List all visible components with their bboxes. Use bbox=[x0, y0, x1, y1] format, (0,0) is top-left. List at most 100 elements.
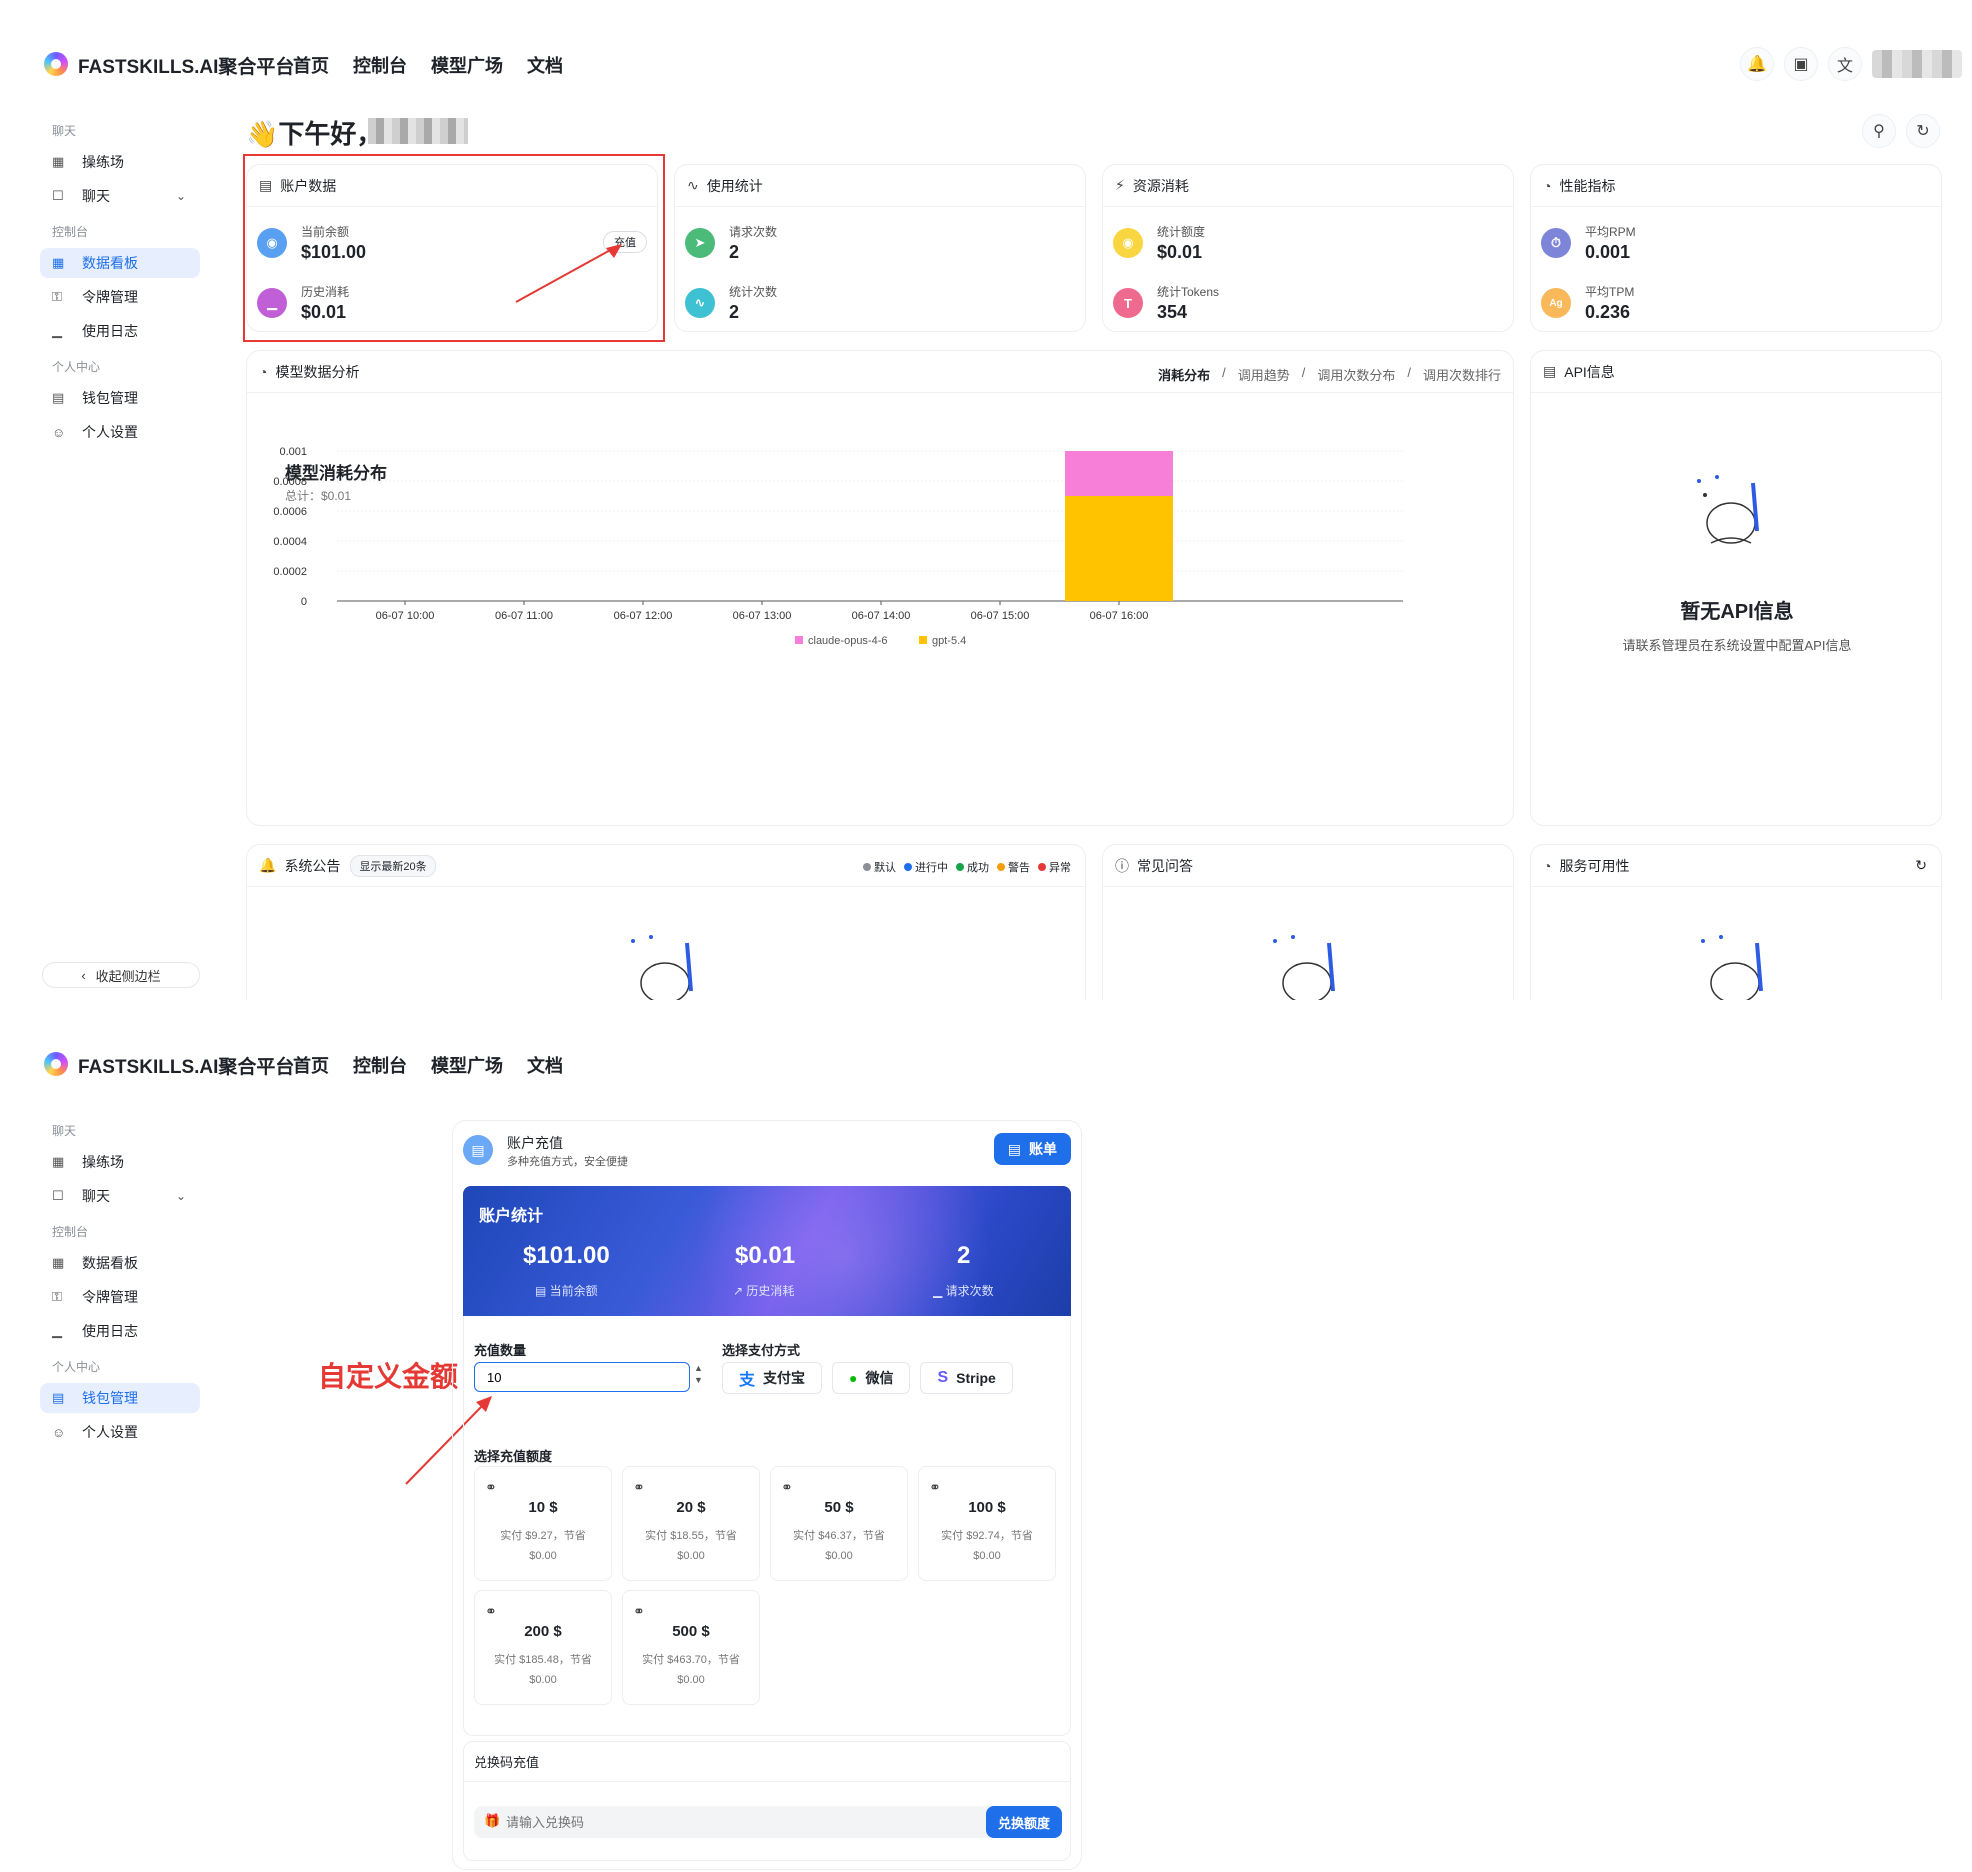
sidebar-item-settings[interactable]: ☺ 个人设置 bbox=[40, 417, 200, 447]
announce-badge: 显示最新20条 bbox=[350, 854, 436, 877]
nav-home[interactable]: 首页 bbox=[293, 52, 329, 78]
nav-console[interactable]: 控制台 bbox=[353, 52, 407, 78]
sidebar-item-chat[interactable]: ☐ 聊天 ⌄ bbox=[40, 181, 200, 211]
nav-docs[interactable]: 文档 bbox=[527, 1052, 563, 1078]
zap-icon: ⚡ bbox=[1115, 177, 1125, 193]
sidebar-item-label: 操练场 bbox=[82, 154, 124, 170]
stripe-button[interactable]: S Stripe bbox=[920, 1362, 1013, 1394]
tpm-stat: Ag 平均TPM 0.236 bbox=[1541, 283, 1634, 323]
sidebar-item-tokens[interactable]: ⚿ 令牌管理 bbox=[40, 1282, 200, 1312]
sidebar-item-tokens[interactable]: ⚿ 令牌管理 bbox=[40, 282, 200, 312]
x-tick-label: 06-07 12:00 bbox=[614, 610, 673, 622]
coins-icon: ⚭ bbox=[485, 1603, 497, 1619]
card-title: 性能指标 bbox=[1559, 177, 1616, 194]
username-blurred bbox=[368, 118, 468, 144]
rpm-stat: ⏱ 平均RPM 0.001 bbox=[1541, 223, 1636, 263]
key-icon: ⚿ bbox=[52, 1289, 62, 1304]
label-text: 当前余额 bbox=[549, 1284, 598, 1298]
bill-button[interactable]: ▤ 账单 bbox=[993, 1133, 1071, 1165]
help-icon: ⓘ bbox=[1115, 857, 1129, 874]
wechat-button[interactable]: ● 微信 bbox=[832, 1362, 911, 1394]
resource-card: ⚡ 资源消耗 ◉ 统计额度 $0.01 T 统计Tokens 354 bbox=[1102, 164, 1514, 332]
sidebar-item-wallet[interactable]: ▤ 钱包管理 bbox=[40, 1383, 200, 1413]
sidebar-item-settings[interactable]: ☺ 个人设置 bbox=[40, 1417, 200, 1447]
pay-method-label: 选择支付方式 bbox=[722, 1343, 801, 1358]
banner-spent-label: ↗ 历史消耗 bbox=[733, 1284, 795, 1298]
translate-icon[interactable]: 文 bbox=[1828, 47, 1862, 81]
sidebar-item-wallet[interactable]: ▤ 钱包管理 bbox=[40, 383, 200, 413]
redeem-input[interactable] bbox=[506, 1810, 926, 1834]
preset-card[interactable]: ⚭ 50 $ 实付 $46.37，节省 $0.00 bbox=[770, 1466, 908, 1581]
preset-card[interactable]: ⚭ 500 $ 实付 $463.70，节省 $0.00 bbox=[622, 1590, 760, 1705]
sidebar-item-logs[interactable]: ▁ 使用日志 bbox=[40, 316, 200, 346]
chevron-down-icon[interactable]: ⌄ bbox=[176, 189, 186, 203]
rpm-label: 平均RPM bbox=[1585, 225, 1636, 239]
preset-pay: 实付 $9.27，节省 bbox=[500, 1530, 586, 1542]
nav-docs[interactable]: 文档 bbox=[527, 52, 563, 78]
amount-stepper[interactable]: ▲ ▼ bbox=[694, 1362, 703, 1386]
quota-value: $0.01 bbox=[1157, 242, 1203, 262]
service-availability-card: ◔ 服务可用性 ↻ bbox=[1530, 844, 1942, 1000]
stripe-icon: S bbox=[937, 1369, 949, 1386]
sidebar-item-logs[interactable]: ▁ 使用日志 bbox=[40, 1316, 200, 1346]
rpm-value: 0.001 bbox=[1585, 242, 1631, 262]
brand-name[interactable]: FASTSKILLS.AI聚合平台 bbox=[78, 1052, 294, 1079]
legend-label: 成功 bbox=[967, 862, 989, 874]
nav-console[interactable]: 控制台 bbox=[353, 1052, 407, 1078]
legend-label: 默认 bbox=[874, 862, 896, 874]
preset-label: 选择充值额度 bbox=[474, 1449, 553, 1464]
timer-icon: ⏱ bbox=[1541, 228, 1571, 258]
refresh-icon[interactable]: ↻ bbox=[1915, 857, 1927, 874]
alipay-label: 支付宝 bbox=[763, 1370, 806, 1386]
legend-error: 异常 bbox=[1038, 859, 1071, 875]
alipay-button[interactable]: 支支付宝 bbox=[722, 1362, 823, 1394]
stat-count-label: 统计次数 bbox=[729, 285, 778, 299]
nav-models[interactable]: 模型广场 bbox=[431, 52, 503, 78]
preset-amount: 20 $ bbox=[676, 1499, 706, 1516]
chevron-down-icon[interactable]: ⌄ bbox=[176, 1189, 186, 1203]
preset-card[interactable]: ⚭ 10 $ 实付 $9.27，节省 $0.00 bbox=[474, 1466, 612, 1581]
preset-pay: 实付 $185.48，节省 bbox=[494, 1654, 592, 1666]
search-icon[interactable]: ⚲ bbox=[1862, 114, 1896, 148]
tokens-label: 统计Tokens bbox=[1157, 285, 1220, 299]
quota-label: 统计额度 bbox=[1157, 225, 1206, 239]
bar-segment bbox=[1065, 451, 1173, 496]
usage-stats-card: ∿ 使用统计 ➤ 请求次数 2 ∿ 统计次数 2 bbox=[674, 164, 1086, 332]
avatar[interactable] bbox=[1872, 50, 1962, 78]
amount-input[interactable] bbox=[474, 1362, 690, 1392]
sidebar-item-dashboard[interactable]: ▦ 数据看板 bbox=[40, 248, 200, 278]
sidebar-item-playground[interactable]: ▦ 操练场 bbox=[40, 1147, 200, 1177]
sidebar-item-dashboard[interactable]: ▦ 数据看板 bbox=[40, 1248, 200, 1278]
card-title: 服务可用性 bbox=[1559, 857, 1630, 874]
redeem-button[interactable]: 兑换额度 bbox=[985, 1806, 1062, 1838]
preset-save: $0.00 bbox=[677, 1550, 705, 1562]
sidebar-item-playground[interactable]: ▦ 操练场 bbox=[40, 147, 200, 177]
logo-icon bbox=[44, 52, 68, 76]
preset-amount: 100 $ bbox=[968, 1499, 1006, 1516]
refresh-icon[interactable]: ↻ bbox=[1906, 114, 1940, 148]
wechat-label: 微信 bbox=[865, 1370, 894, 1386]
nav-models[interactable]: 模型广场 bbox=[431, 1052, 503, 1078]
nav-home[interactable]: 首页 bbox=[293, 1052, 329, 1078]
sidebar-item-label: 数据看板 bbox=[82, 255, 138, 271]
legend-label: 进行中 bbox=[915, 862, 948, 874]
sidebar-item-chat[interactable]: ☐ 聊天 ⌄ bbox=[40, 1181, 200, 1211]
preset-card[interactable]: ⚭ 200 $ 实付 $185.48，节省 $0.00 bbox=[474, 1590, 612, 1705]
quota-stat: ◉ 统计额度 $0.01 bbox=[1113, 223, 1205, 263]
preset-save: $0.00 bbox=[973, 1550, 1001, 1562]
wallet-screenshot: FASTSKILLS.AI聚合平台 首页 控制台 模型广场 文档 聊天 ▦ 操练场… bbox=[30, 1030, 1972, 1872]
tpm-label: 平均TPM bbox=[1585, 285, 1635, 299]
requests-value: 2 bbox=[729, 242, 740, 262]
collapse-sidebar-button[interactable]: ‹ 收起侧边栏 bbox=[42, 962, 200, 988]
legend-dot bbox=[1038, 863, 1046, 871]
preset-card[interactable]: ⚭ 100 $ 实付 $92.74，节省 $0.00 bbox=[918, 1466, 1056, 1581]
sidebar-item-label: 钱包管理 bbox=[82, 390, 138, 406]
legend-dot bbox=[863, 863, 871, 871]
preset-card[interactable]: ⚭ 20 $ 实付 $18.55，节省 $0.00 bbox=[622, 1466, 760, 1581]
brand-name[interactable]: FASTSKILLS.AI聚合平台 bbox=[78, 52, 294, 79]
card-icon: ▤ bbox=[463, 1135, 493, 1165]
y-tick-label: 0.001 bbox=[279, 446, 307, 458]
bell-icon[interactable]: 🔔 bbox=[1740, 47, 1774, 81]
monitor-icon[interactable]: ▣ bbox=[1784, 47, 1818, 81]
legend-warning: 警告 bbox=[997, 859, 1030, 875]
